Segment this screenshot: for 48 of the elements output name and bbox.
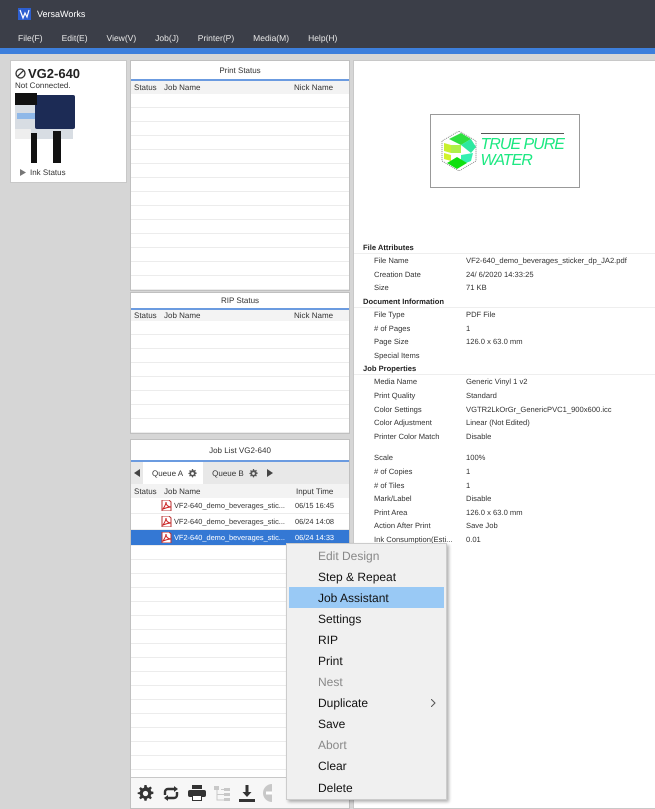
settings-icon[interactable] <box>248 468 258 478</box>
disconnected-icon <box>15 68 26 79</box>
column-header[interactable]: Input Time <box>293 486 349 496</box>
menu-item[interactable]: Print <box>289 650 444 672</box>
column-header[interactable]: Nick Name <box>291 311 349 320</box>
logo-text: WATER <box>480 153 534 169</box>
pdf-file-icon <box>161 532 172 543</box>
menu-item[interactable]: Help(H) <box>308 32 338 42</box>
menu-item[interactable]: Job(J) <box>155 32 179 42</box>
menu-item[interactable]: Edit(E) <box>62 32 88 42</box>
column-header[interactable]: Nick Name <box>291 83 349 92</box>
menu-item[interactable]: RIP <box>289 629 444 650</box>
column-header[interactable]: Status <box>131 83 161 92</box>
menu-item[interactable]: Step & Repeat <box>289 566 444 588</box>
pdf-file-icon <box>161 516 172 527</box>
queue-tab[interactable]: Queue A <box>143 462 204 484</box>
settings-icon[interactable] <box>137 784 154 802</box>
hexagon-logo-icon <box>440 131 476 171</box>
column-header[interactable]: Status <box>131 486 161 496</box>
menu-item[interactable]: Clear <box>289 756 444 778</box>
menu-item[interactable]: Settings <box>289 608 444 630</box>
printer-status: Not Connected. <box>15 81 72 90</box>
download-icon[interactable] <box>239 784 255 802</box>
printer-card[interactable]: VG2-640 Not Connected. Ink Status <box>10 60 127 183</box>
scroll-right-icon[interactable] <box>266 469 273 477</box>
menu-item[interactable]: Delete <box>289 777 444 798</box>
pdf-file-icon <box>161 500 172 511</box>
window-title: VersaWorks <box>37 8 86 18</box>
column-header[interactable]: Job Name <box>161 486 293 496</box>
settings-icon[interactable] <box>188 468 198 478</box>
printer-name: VG2-640 <box>28 66 80 81</box>
print-icon[interactable] <box>188 785 206 801</box>
menu-item[interactable]: Duplicate <box>289 692 444 714</box>
expand-arrow-icon <box>20 169 26 176</box>
menu-item[interactable]: Media(M) <box>253 32 290 42</box>
app-logo-icon <box>18 8 31 20</box>
menu-item[interactable]: View(V) <box>106 32 136 42</box>
ink-status-toggle[interactable]: Ink Status <box>15 168 122 177</box>
logo-text: TRUE PURE <box>480 137 564 153</box>
menu-item[interactable]: Printer(P) <box>198 32 234 42</box>
menu-item[interactable]: Save <box>289 714 444 735</box>
menu-item[interactable]: File(F) <box>18 32 43 42</box>
refresh-icon[interactable] <box>162 786 180 800</box>
menu-item[interactable]: Job Assistant <box>289 587 444 608</box>
column-header[interactable]: Job Name <box>161 83 291 92</box>
column-header[interactable]: Status <box>131 311 161 320</box>
scroll-left-icon[interactable] <box>134 469 140 477</box>
column-header[interactable]: Job Name <box>161 311 291 320</box>
